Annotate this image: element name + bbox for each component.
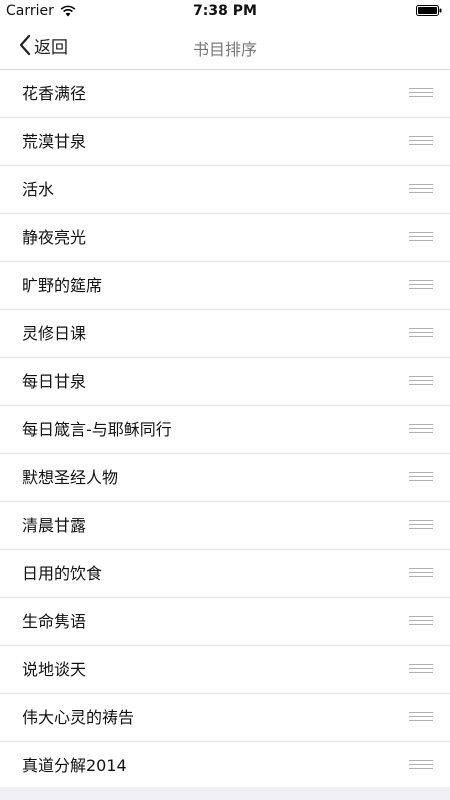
drag-handle-icon[interactable] [409,280,433,290]
book-title: 花香满径 [22,84,87,103]
battery-icon [416,5,442,16]
list-item[interactable]: 生命隽语 [0,598,450,646]
book-title: 灵修日课 [22,324,87,343]
book-list: 花香满径 荒漠甘泉 活水 静夜亮光 旷野的筵席 灵修日课 每日甘泉 每日箴言-与… [0,70,450,790]
book-title: 默想圣经人物 [22,468,119,487]
page-title: 书目排序 [192,40,257,59]
drag-handle-icon[interactable] [409,88,433,98]
status-bar: Carrier 7:38 PM [0,0,450,22]
book-title: 活水 [22,180,55,199]
drag-handle-icon[interactable] [409,328,433,338]
drag-handle-icon[interactable] [409,184,433,194]
book-title: 日用的饮食 [22,564,103,583]
drag-handle-icon[interactable] [409,760,433,770]
list-item[interactable]: 活水 [0,166,450,214]
navigation-bar: 返回 书目排序 [0,22,450,70]
book-title: 旷野的筵席 [22,276,103,295]
list-item[interactable]: 荒漠甘泉 [0,118,450,166]
list-item[interactable]: 伟大心灵的祷告 [0,694,450,742]
list-item[interactable]: 灵修日课 [0,310,450,358]
drag-handle-icon[interactable] [409,136,433,146]
book-title: 静夜亮光 [22,228,87,247]
book-title: 说地谈天 [22,660,87,679]
list-item[interactable]: 每日甘泉 [0,358,450,406]
book-title: 荒漠甘泉 [22,132,87,151]
bottom-strip [0,787,450,800]
list-item[interactable]: 说地谈天 [0,646,450,694]
book-title: 每日甘泉 [22,372,87,391]
list-item[interactable]: 默想圣经人物 [0,454,450,502]
list-item[interactable]: 每日箴言-与耶稣同行 [0,406,450,454]
drag-handle-icon[interactable] [409,232,433,242]
drag-handle-icon[interactable] [409,472,433,482]
status-time: 7:38 PM [193,3,257,19]
list-item[interactable]: 静夜亮光 [0,214,450,262]
book-title: 真道分解2014 [22,756,127,775]
drag-handle-icon[interactable] [409,712,433,722]
book-title: 每日箴言-与耶稣同行 [22,420,172,439]
book-title: 清晨甘露 [22,516,87,535]
list-item[interactable]: 真道分解2014 [0,742,450,790]
list-item[interactable]: 旷野的筵席 [0,262,450,310]
drag-handle-icon[interactable] [409,424,433,434]
list-item[interactable]: 日用的饮食 [0,550,450,598]
book-title: 生命隽语 [22,612,87,631]
book-title: 伟大心灵的祷告 [22,708,135,727]
drag-handle-icon[interactable] [409,664,433,674]
drag-handle-icon[interactable] [409,376,433,386]
drag-handle-icon[interactable] [409,568,433,578]
drag-handle-icon[interactable] [409,520,433,530]
list-item[interactable]: 清晨甘露 [0,502,450,550]
list-item[interactable]: 花香满径 [0,70,450,118]
drag-handle-icon[interactable] [409,616,433,626]
